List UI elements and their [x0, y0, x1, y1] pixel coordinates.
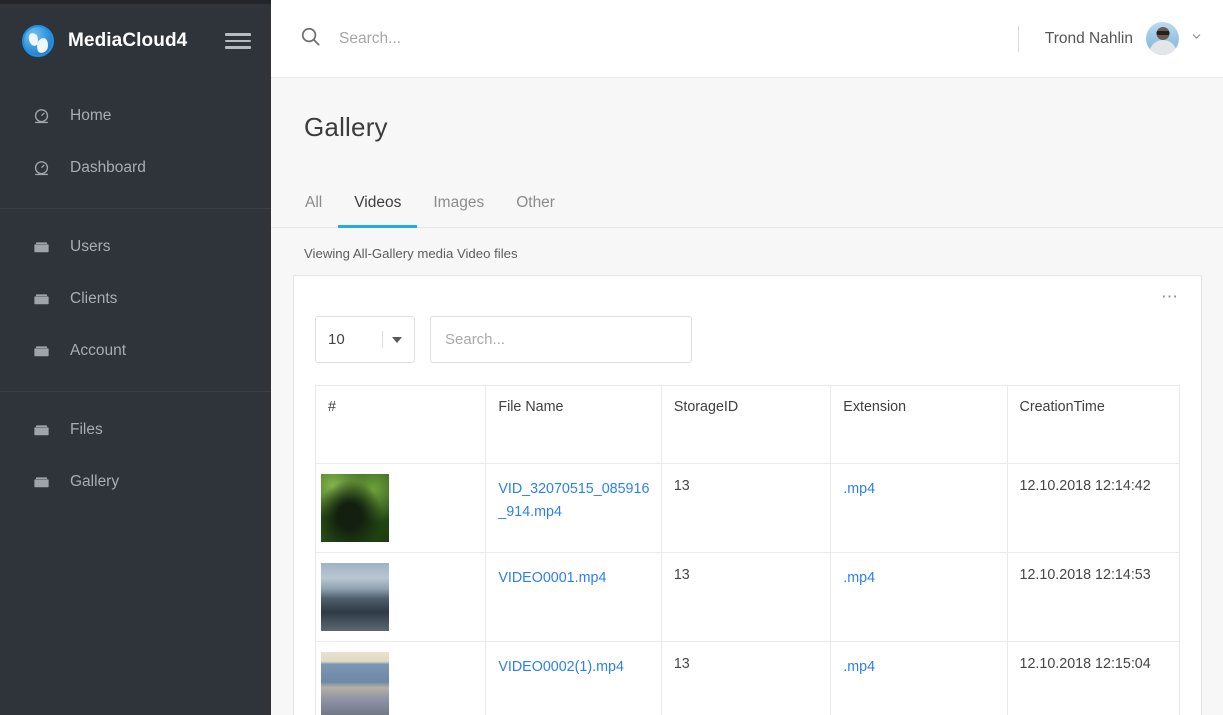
chevron-down-icon[interactable]: [1190, 30, 1203, 48]
media-table-card: ⋯ 10 # File Name StorageID: [293, 275, 1202, 715]
user-name: Trond Nahlin: [1044, 29, 1133, 47]
app-root: MediaCloud4 Home Dashboard Users Clients…: [0, 0, 1223, 715]
cell-extension: .mp4: [830, 463, 1008, 553]
file-name-link[interactable]: VIDEO0001.mp4: [498, 570, 606, 586]
cell-creation-time: 12.10.2018 12:14:42: [1006, 463, 1181, 553]
divider: [1017, 25, 1019, 52]
gauge-icon: [28, 107, 54, 126]
search-input[interactable]: [339, 29, 759, 48]
cell-extension: .mp4: [830, 641, 1008, 715]
sidebar-item-clients[interactable]: Clients: [0, 273, 271, 325]
table-controls: 10: [294, 276, 1201, 363]
tab-all[interactable]: All: [289, 181, 338, 228]
sidebar-item-label: Files: [70, 421, 103, 438]
tab-bar: All Videos Images Other: [271, 181, 1223, 228]
folder-icon: [28, 290, 54, 309]
sidebar-item-users[interactable]: Users: [0, 221, 271, 273]
sidebar-item-label: Users: [70, 238, 111, 255]
page-length-select[interactable]: 10: [315, 316, 415, 363]
sidebar-item-gallery[interactable]: Gallery: [0, 456, 271, 508]
tab-videos[interactable]: Videos: [338, 181, 418, 228]
globe-icon: [22, 25, 54, 57]
cell-extension: .mp4: [830, 552, 1008, 642]
cell-creation-time: 12.10.2018 12:15:04: [1006, 641, 1181, 715]
sidebar-item-home[interactable]: Home: [0, 90, 271, 142]
divider: [382, 331, 383, 348]
sidebar-brand[interactable]: MediaCloud4: [0, 4, 271, 78]
sidebar-group-management: Users Clients Account: [0, 208, 271, 391]
sidebar-item-files[interactable]: Files: [0, 404, 271, 456]
extension-link[interactable]: .mp4: [843, 570, 875, 586]
sidebar-item-account[interactable]: Account: [0, 325, 271, 377]
column-header-storage-id[interactable]: StorageID: [660, 385, 832, 464]
tab-other[interactable]: Other: [500, 181, 571, 228]
sidebar-item-label: Clients: [70, 290, 118, 307]
page-title: Gallery: [304, 112, 388, 142]
table-row[interactable]: VIDEO0002(1).mp4 13 .mp4 12.10.2018 12:1…: [314, 641, 1181, 715]
cell-file-name: VID_32070515_085916_914.mp4: [485, 463, 662, 553]
media-table: # File Name StorageID Extension Creation…: [314, 385, 1181, 715]
cell-file-name: VIDEO0001.mp4: [485, 552, 662, 642]
gauge-icon: [28, 159, 54, 178]
viewing-status-text: Viewing All-Gallery media Video files: [304, 246, 518, 261]
sidebar-group-main: Home Dashboard: [0, 78, 271, 208]
sidebar-item-label: Gallery: [70, 473, 120, 490]
table-body: VID_32070515_085916_914.mp4 13 .mp4 12.1…: [314, 463, 1181, 715]
folder-icon: [28, 473, 54, 492]
table-row[interactable]: VIDEO0001.mp4 13 .mp4 12.10.2018 12:14:5…: [314, 552, 1181, 642]
topbar: Trond Nahlin: [271, 0, 1223, 78]
caret-down-icon: [392, 336, 402, 343]
brand-name: MediaCloud4: [68, 30, 188, 51]
sidebar-item-label: Home: [70, 107, 112, 124]
cell-thumbnail[interactable]: [314, 552, 487, 642]
column-header-extension[interactable]: Extension: [830, 385, 1008, 464]
file-name-link[interactable]: VIDEO0002(1).mp4: [498, 659, 624, 675]
sidebar-item-dashboard[interactable]: Dashboard: [0, 142, 271, 194]
folder-icon: [28, 421, 54, 440]
sidebar: MediaCloud4 Home Dashboard Users Clients…: [0, 0, 271, 715]
ellipsis-icon[interactable]: ⋯: [1151, 286, 1189, 308]
search-icon: [299, 25, 322, 53]
table-head: # File Name StorageID Extension Creation…: [314, 385, 1181, 464]
avatar[interactable]: [1146, 22, 1179, 55]
extension-link[interactable]: .mp4: [843, 659, 875, 675]
sidebar-group-media: Files Gallery: [0, 391, 271, 522]
cell-storage-id: 13: [660, 463, 832, 553]
crowd-thumbnail[interactable]: [321, 652, 389, 715]
cell-storage-id: 13: [660, 641, 832, 715]
sidebar-item-label: Account: [70, 342, 127, 359]
file-name-link[interactable]: VID_32070515_085916_914.mp4: [498, 481, 649, 520]
topbar-user-area: Trond Nahlin: [1017, 22, 1203, 55]
harbor-thumbnail[interactable]: [321, 563, 389, 631]
page-length-value: 10: [328, 331, 345, 348]
main-area: Trond Nahlin Gallery All Videos Images: [271, 0, 1223, 715]
hamburger-icon[interactable]: [225, 31, 251, 51]
extension-link[interactable]: .mp4: [843, 481, 875, 497]
column-header-creation-time[interactable]: CreationTime: [1006, 385, 1181, 464]
cell-storage-id: 13: [660, 552, 832, 642]
table-row[interactable]: VID_32070515_085916_914.mp4 13 .mp4 12.1…: [314, 463, 1181, 553]
page-content: Gallery All Videos Images Other Viewing …: [271, 78, 1223, 715]
folder-icon: [28, 238, 54, 257]
cell-creation-time: 12.10.2018 12:14:53: [1006, 552, 1181, 642]
global-search[interactable]: [299, 25, 1018, 53]
cell-thumbnail[interactable]: [314, 463, 487, 553]
cell-file-name: VIDEO0002(1).mp4: [485, 641, 662, 715]
forest-thumbnail[interactable]: [321, 474, 389, 542]
tab-images[interactable]: Images: [417, 181, 500, 228]
column-header-file-name[interactable]: File Name: [485, 385, 662, 464]
table-search-input[interactable]: [430, 316, 692, 363]
column-header-index[interactable]: #: [314, 385, 487, 464]
sidebar-item-label: Dashboard: [70, 159, 146, 176]
cell-thumbnail[interactable]: [314, 641, 487, 715]
folder-icon: [28, 342, 54, 361]
table-header-row: # File Name StorageID Extension Creation…: [314, 385, 1181, 464]
